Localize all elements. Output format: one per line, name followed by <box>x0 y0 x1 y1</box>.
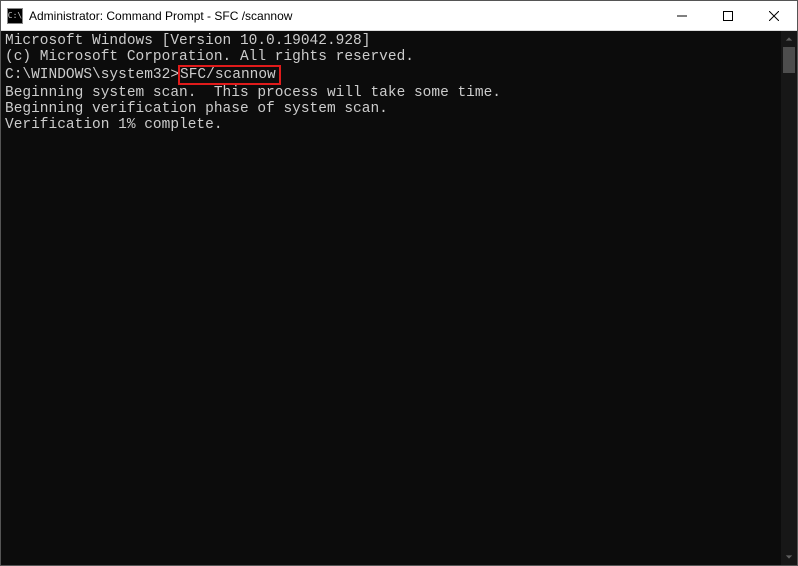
output-line: Verification 1% complete. <box>5 117 777 133</box>
maximize-icon <box>723 11 733 21</box>
close-button[interactable] <box>751 1 797 30</box>
command-highlight: SFC/scannow <box>178 65 281 85</box>
output-line: Microsoft Windows [Version 10.0.19042.92… <box>5 33 777 49</box>
window-title: Administrator: Command Prompt - SFC /sca… <box>29 9 659 23</box>
command-prompt-window: C:\ Administrator: Command Prompt - SFC … <box>0 0 798 566</box>
prompt-line: C:\WINDOWS\system32>SFC/scannow <box>5 65 777 85</box>
maximize-button[interactable] <box>705 1 751 30</box>
chevron-up-icon <box>785 35 793 43</box>
output-line: (c) Microsoft Corporation. All rights re… <box>5 49 777 65</box>
output-line: Beginning verification phase of system s… <box>5 101 777 117</box>
titlebar[interactable]: C:\ Administrator: Command Prompt - SFC … <box>1 1 797 31</box>
output-line: Beginning system scan. This process will… <box>5 85 777 101</box>
terminal-container: Microsoft Windows [Version 10.0.19042.92… <box>1 31 797 565</box>
prompt-path: C:\WINDOWS\system32> <box>5 67 179 83</box>
terminal-output[interactable]: Microsoft Windows [Version 10.0.19042.92… <box>1 31 781 565</box>
cmd-icon: C:\ <box>7 8 23 24</box>
close-icon <box>769 11 779 21</box>
command-text: SFC/scannow <box>180 67 276 83</box>
minimize-icon <box>677 11 687 21</box>
scrollbar-thumb[interactable] <box>783 47 795 73</box>
chevron-down-icon <box>785 553 793 561</box>
scrollbar-up-button[interactable] <box>781 31 797 47</box>
scrollbar[interactable] <box>781 31 797 565</box>
minimize-button[interactable] <box>659 1 705 30</box>
window-controls <box>659 1 797 30</box>
scrollbar-down-button[interactable] <box>781 549 797 565</box>
